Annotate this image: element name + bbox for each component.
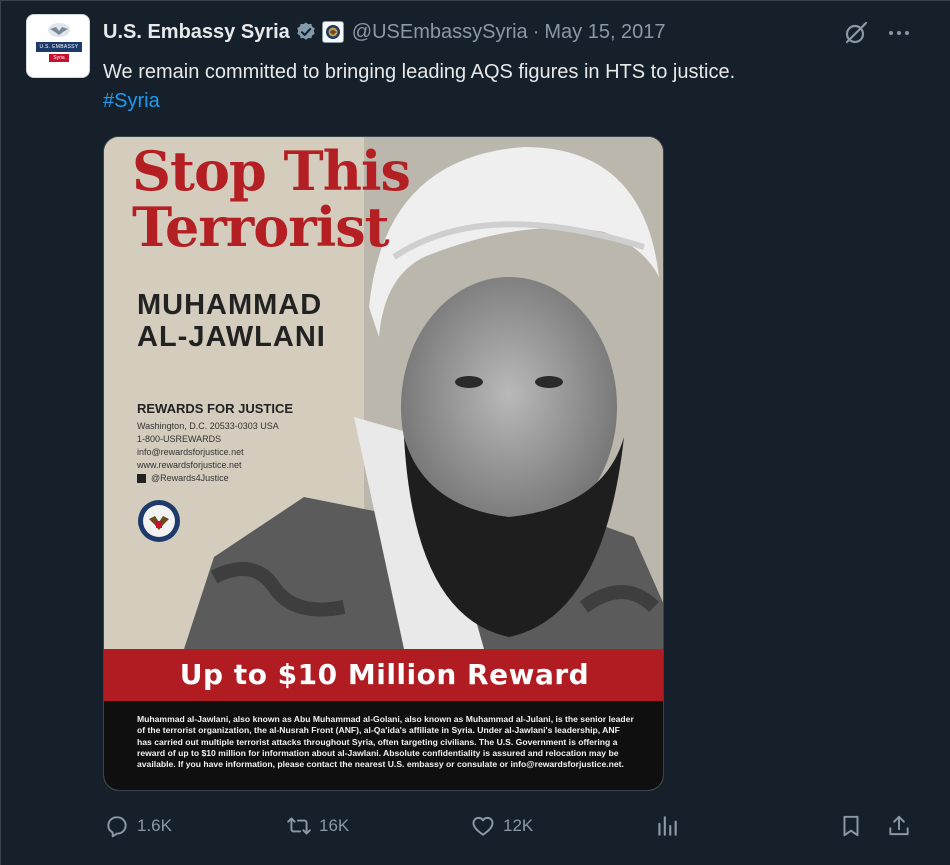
- bookmark-icon: [843, 815, 859, 837]
- more-icon[interactable]: [886, 20, 912, 46]
- reply-count: 1.6K: [137, 816, 172, 835]
- tweet-date[interactable]: May 15, 2017: [544, 21, 665, 44]
- header-separator: ·: [532, 20, 540, 43]
- share-button[interactable]: [886, 808, 912, 844]
- share-icon: [889, 815, 909, 836]
- tweet-action-bar: 1.6K 16K 12K: [0, 808, 950, 844]
- affiliate-seal-graphic: [325, 25, 340, 39]
- like-icon: [472, 816, 494, 836]
- retweet-button[interactable]: 16K: [286, 808, 349, 844]
- poster-name-line2: AL-JAWLANI: [137, 321, 326, 353]
- eagle-seal-icon: [48, 23, 70, 37]
- poster-blurb: Muhammad al-Jawlani, also known as Abu M…: [104, 701, 663, 790]
- views-icon: [658, 816, 677, 836]
- author-handle[interactable]: @USEmbassySyria: [352, 21, 528, 44]
- reply-button[interactable]: 1.6K: [104, 808, 172, 844]
- like-count: 12K: [503, 816, 534, 835]
- author-avatar[interactable]: U.S. EMBASSY Syria: [26, 14, 90, 78]
- state-department-seal-icon: [138, 500, 180, 542]
- avatar-embassy-label: U.S. EMBASSY: [36, 42, 82, 52]
- rfj-phone: 1-800-USREWARDS: [137, 434, 222, 444]
- retweet-icon: [287, 817, 311, 835]
- top-border: [0, 0, 950, 1]
- rfj-twitter: @Rewards4Justice: [137, 473, 229, 483]
- rfj-website: www.rewardsforjustice.net: [137, 460, 242, 470]
- like-button[interactable]: 12K: [470, 808, 533, 844]
- poster-title: Stop This Terrorist: [132, 143, 462, 255]
- avatar-country-label: Syria: [49, 54, 69, 62]
- affiliate-seal-icon[interactable]: [321, 21, 344, 43]
- retweet-count: 16K: [319, 816, 350, 835]
- poster-name-line1: MUHAMMAD: [137, 289, 323, 321]
- reply-icon: [107, 816, 127, 838]
- poster-title-line2: Terrorist: [132, 195, 390, 259]
- author-display-name[interactable]: U.S. Embassy Syria: [103, 21, 290, 44]
- hashtag-link[interactable]: #Syria: [103, 87, 160, 115]
- reward-banner: Up to $10 Million Reward: [104, 649, 663, 701]
- rfj-heading: REWARDS FOR JUSTICE: [137, 401, 294, 416]
- verified-badge-icon[interactable]: [295, 21, 317, 43]
- rfj-address: Washington, D.C. 20533-0303 USA: [137, 421, 279, 431]
- tweet-media-image[interactable]: Stop This Terrorist MUHAMMAD AL-JAWLANI …: [103, 136, 664, 791]
- rfj-twitter-handle: @Rewards4Justice: [151, 473, 229, 483]
- grok-icon[interactable]: [843, 20, 869, 46]
- left-border: [0, 0, 1, 865]
- tweet-header: U.S. Embassy Syria @USEmbassySyria · May…: [103, 18, 666, 46]
- twitter-box-icon: [137, 474, 146, 483]
- rfj-email: info@rewardsforjustice.net: [137, 447, 244, 457]
- tweet-text: We remain committed to bringing leading …: [103, 61, 736, 83]
- bookmark-button[interactable]: [838, 808, 864, 844]
- views-button[interactable]: [654, 808, 680, 844]
- poster-title-line1: Stop This: [132, 139, 411, 203]
